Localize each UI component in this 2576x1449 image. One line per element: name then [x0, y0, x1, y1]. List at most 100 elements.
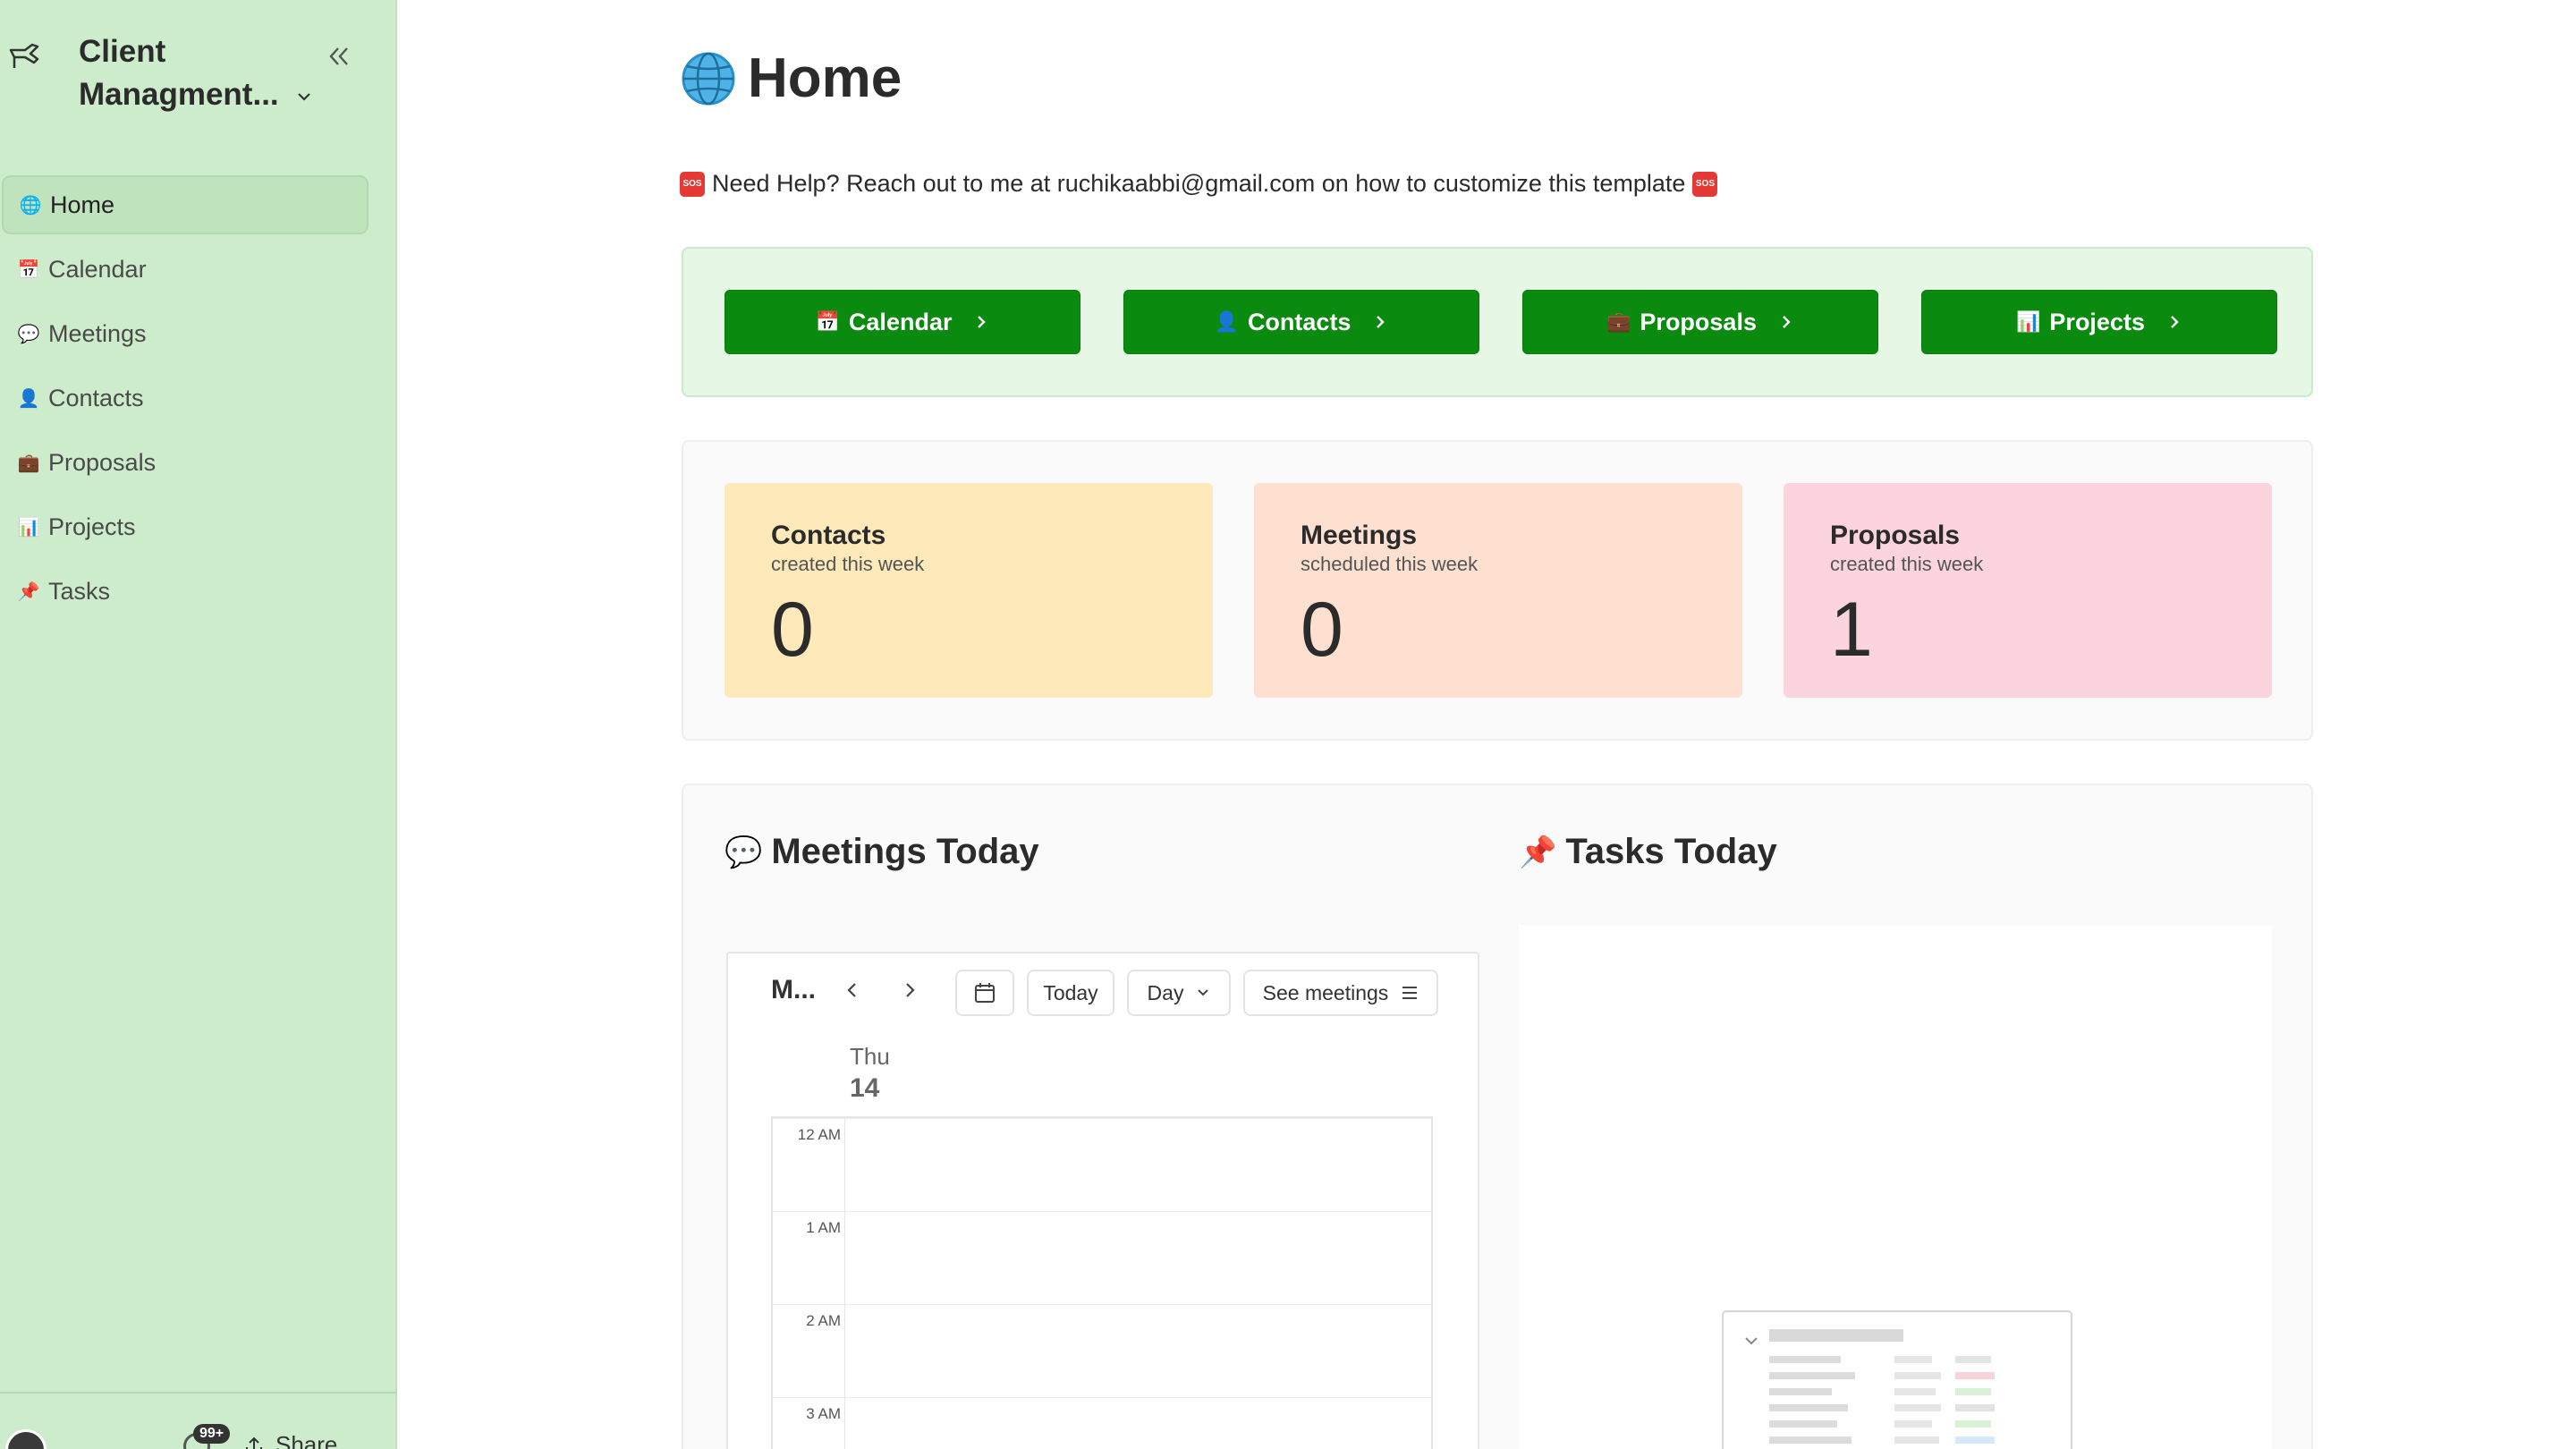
hour-label: 1 AM [806, 1219, 841, 1236]
button-label: Today [1043, 980, 1098, 1004]
stat-value: 0 [771, 587, 814, 673]
stat-title: Meetings [1301, 521, 1418, 550]
collapse-sidebar-icon[interactable] [324, 41, 354, 72]
meetings-stat-card: Meetings scheduled this week 0 [1254, 483, 1742, 698]
calendar-icon: 📅 [815, 310, 840, 333]
meetings-calendar-view: M... Today Day See meetings Thu 14 12 AM… [726, 952, 1479, 1449]
stat-subtitle: created this week [1830, 553, 1984, 575]
tasks-today-view [1519, 925, 2272, 1449]
section-heading-text: Tasks Today [1565, 832, 1777, 871]
sidebar-item-projects[interactable]: 📊 Projects [2, 497, 369, 556]
chevron-right-icon [978, 316, 987, 328]
chevron-down-icon [1198, 989, 1209, 996]
speech-bubble-icon: 💬 [17, 324, 40, 344]
list-icon [1402, 987, 1418, 999]
stat-subtitle: created this week [771, 553, 925, 575]
see-meetings-button[interactable]: See meetings [1243, 970, 1438, 1016]
hour-label: 12 AM [797, 1126, 841, 1143]
bar-chart-icon: 📊 [2016, 310, 2041, 333]
sidebar-item-calendar[interactable]: 📅 Calendar [2, 240, 369, 299]
workspace-switcher[interactable]: Client Managment... [79, 30, 338, 116]
hour-row[interactable]: 2 AM [773, 1304, 1431, 1397]
calendar-link-button[interactable]: 📅 Calendar [724, 290, 1080, 354]
sidebar-item-meetings[interactable]: 💬 Meetings [2, 304, 369, 363]
sidebar-item-label: Home [50, 191, 115, 218]
hour-label: 3 AM [806, 1405, 841, 1422]
calendar-day-number: 14 [850, 1073, 880, 1103]
section-heading-text: Meetings Today [771, 832, 1039, 871]
stat-value: 1 [1830, 587, 1873, 673]
sidebar-item-label: Contacts [48, 384, 144, 411]
button-label: Calendar [848, 308, 953, 335]
empty-state-illustration [1722, 1310, 2072, 1449]
chevron-right-icon [1783, 316, 1791, 328]
workspace-name: Client Managment... [79, 34, 279, 112]
share-icon [246, 1436, 262, 1449]
proposals-stat-card: Proposals created this week 1 [1784, 483, 2272, 698]
button-label: See meetings [1262, 980, 1389, 1004]
globe-icon: 🌐 [19, 195, 42, 216]
globe-icon [682, 52, 735, 105]
briefcase-icon: 💼 [17, 453, 40, 473]
tasks-today-heading: 📌 Tasks Today [1519, 832, 1777, 872]
pushpin-icon: 📌 [17, 581, 40, 602]
calendar-day-name: Thu [850, 1043, 890, 1070]
stat-subtitle: scheduled this week [1301, 553, 1479, 575]
hour-label: 2 AM [806, 1312, 841, 1329]
briefcase-icon: 💼 [1606, 310, 1631, 333]
sos-icon: SOS [680, 171, 705, 197]
sidebar-item-contacts[interactable]: 👤 Contacts [2, 369, 369, 428]
chevron-right-icon[interactable] [900, 980, 919, 1000]
hour-row[interactable]: 1 AM [773, 1211, 1431, 1304]
stats-panel: Contacts created this week 0 Meetings sc… [682, 440, 2313, 741]
person-icon: 👤 [1214, 310, 1239, 333]
date-picker-button[interactable] [955, 970, 1014, 1016]
help-callout: SOS Need Help? Reach out to me at ruchik… [680, 170, 1718, 198]
chevron-right-icon [1377, 316, 1385, 328]
view-select[interactable]: Day [1127, 970, 1231, 1016]
meetings-today-heading: 💬 Meetings Today [724, 832, 1039, 872]
stat-title: Contacts [771, 521, 886, 550]
share-button[interactable]: Share [243, 1431, 337, 1449]
chevron-left-icon[interactable] [843, 980, 862, 1000]
workspace-logo-icon [9, 43, 39, 68]
sidebar-item-proposals[interactable]: 💼 Proposals [2, 433, 369, 492]
person-icon: 👤 [17, 388, 40, 409]
contacts-link-button[interactable]: 👤 Contacts [1123, 290, 1479, 354]
sidebar-item-label: Calendar [48, 255, 147, 283]
today-button[interactable]: Today [1027, 970, 1114, 1016]
sidebar-item-label: Meetings [48, 319, 147, 347]
sidebar-footer: 99+ Share [0, 1392, 397, 1449]
share-label: Share [275, 1431, 338, 1449]
button-label: Projects [2049, 308, 2145, 335]
sidebar-item-tasks[interactable]: 📌 Tasks [2, 562, 369, 621]
proposals-link-button[interactable]: 💼 Proposals [1522, 290, 1878, 354]
stat-title: Proposals [1830, 521, 1961, 550]
calendar-icon [975, 983, 995, 1003]
avatar[interactable] [5, 1429, 47, 1449]
calendar-grid[interactable]: 12 AM 1 AM 2 AM 3 AM [771, 1116, 1433, 1449]
pushpin-icon: 📌 [1519, 835, 1557, 869]
notification-badge: 99+ [193, 1424, 231, 1444]
today-panel: 💬 Meetings Today 📌 Tasks Today M... Toda… [682, 784, 2313, 1449]
bar-chart-icon: 📊 [17, 517, 40, 538]
quick-links-panel: 📅 Calendar 👤 Contacts 💼 Proposals 📊 Proj… [682, 247, 2313, 397]
hour-row[interactable]: 3 AM [773, 1397, 1431, 1449]
page-title: Home [680, 47, 902, 110]
sidebar-item-label: Tasks [48, 577, 111, 605]
stat-value: 0 [1301, 587, 1343, 673]
sos-icon: SOS [1692, 171, 1718, 197]
sidebar: Client Managment... 🌐 Home 📅 Calendar 💬 … [0, 0, 397, 1449]
help-text: Need Help? Reach out to me at ruchikaabb… [712, 170, 1686, 197]
calendar-month-label: M... [771, 975, 816, 1004]
chevron-down-icon [298, 92, 311, 101]
sidebar-item-home[interactable]: 🌐 Home [2, 175, 369, 234]
button-label: Contacts [1247, 308, 1352, 335]
button-label: Proposals [1640, 308, 1757, 335]
sidebar-item-label: Projects [48, 513, 136, 540]
hour-row[interactable]: 12 AM [773, 1118, 1431, 1211]
calendar-icon: 📅 [17, 259, 40, 280]
projects-link-button[interactable]: 📊 Projects [1921, 290, 2277, 354]
speech-bubble-icon: 💬 [724, 835, 763, 869]
sidebar-item-label: Proposals [48, 448, 157, 476]
